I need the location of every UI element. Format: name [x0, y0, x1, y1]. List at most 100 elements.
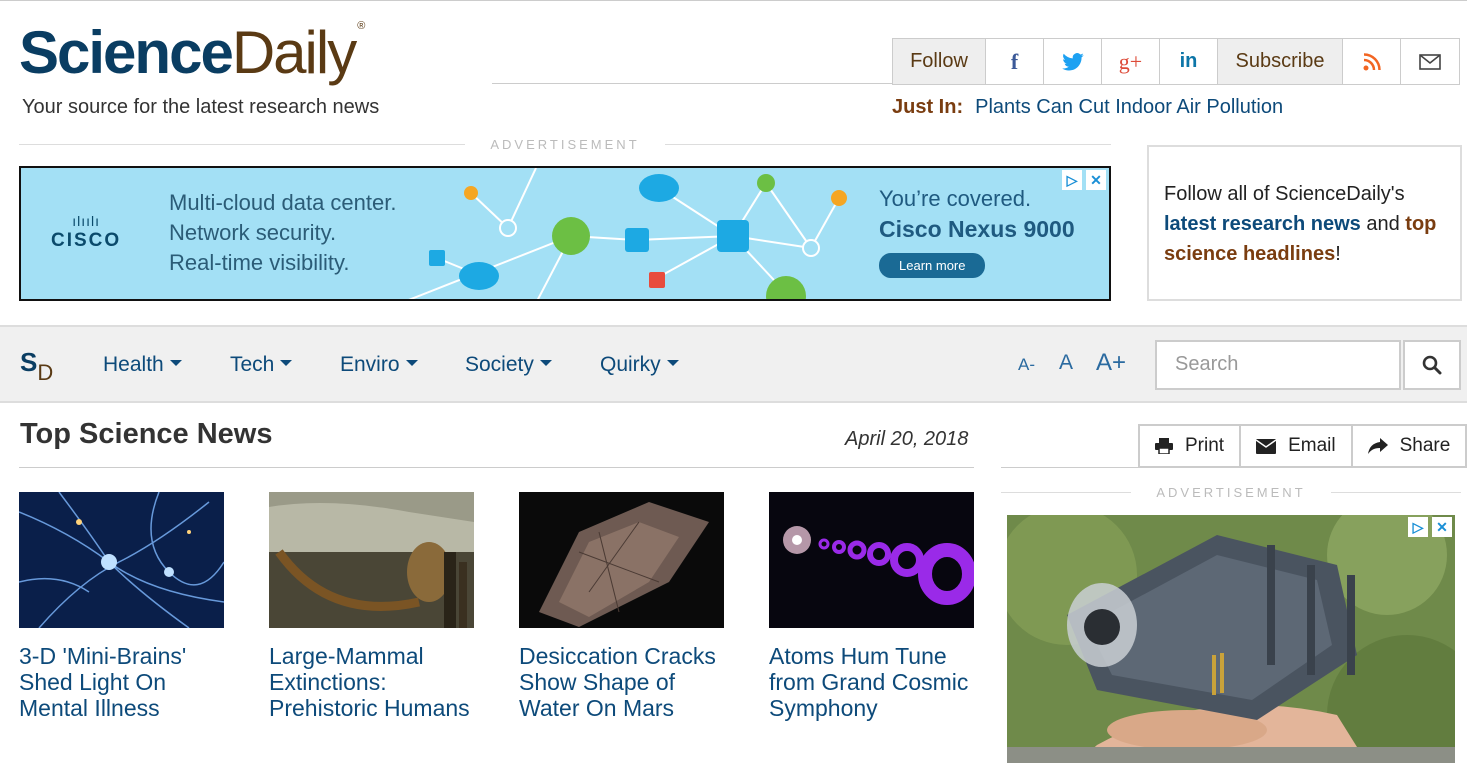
drone-image [1007, 515, 1455, 763]
banner-ad[interactable]: ılıılı CISCO Multi-cloud data center. Ne… [19, 166, 1111, 301]
story-card[interactable]: Desiccation Cracks Show Shape of Water O… [519, 492, 724, 721]
sd-home-logo[interactable]: SD [20, 347, 53, 385]
ad-label-side: ADVERTISEMENT [1156, 485, 1306, 500]
banner-product: Cisco Nexus 9000 [879, 216, 1075, 242]
nav-society[interactable]: Society [465, 353, 552, 377]
banner-offer: You’re covered. Cisco Nexus 9000 Learn m… [879, 186, 1075, 278]
print-label: Print [1185, 435, 1225, 456]
print-button[interactable]: Print [1140, 426, 1242, 466]
nav-enviro-label: Enviro [340, 353, 400, 376]
logo-registered-mark: ® [357, 20, 365, 32]
envelope-icon [1256, 438, 1277, 454]
main-nav: SD Health Tech Enviro Society Quirky A- … [0, 325, 1467, 403]
story-thumbnail-mammoth[interactable] [269, 492, 474, 628]
googleplus-button[interactable]: g+ [1102, 39, 1160, 84]
ad-rule-right [665, 144, 1111, 145]
nav-tech-label: Tech [230, 353, 275, 376]
story-headline[interactable]: Large-Mammal Extinctions: Prehistoric Hu… [269, 643, 474, 721]
twitter-icon [1061, 52, 1084, 70]
chevron-down-icon [169, 360, 182, 367]
share-label: Share [1399, 435, 1451, 456]
chevron-down-icon [666, 360, 679, 367]
envelope-icon [1419, 53, 1441, 70]
story-thumbnail-atoms[interactable] [769, 492, 974, 628]
share-button[interactable]: Share [1353, 426, 1466, 466]
social-bar: Follow f g+ in Subscribe [892, 38, 1460, 85]
linkedin-button[interactable]: in [1160, 39, 1218, 84]
just-in: Just In: Plants Can Cut Indoor Air Pollut… [892, 96, 1283, 119]
page-title: Top Science News [20, 418, 273, 450]
cisco-wordmark: CISCO [51, 230, 122, 251]
article-tools: Print Email Share [1138, 424, 1467, 468]
section-divider [19, 467, 974, 468]
nav-enviro[interactable]: Enviro [340, 353, 418, 377]
story-headline[interactable]: Atoms Hum Tune from Grand Cosmic Symphon… [769, 643, 974, 721]
logo-daily: Daily [231, 19, 357, 86]
banner-line: Multi-cloud data center. [169, 190, 397, 215]
follow-box-text: Follow all of ScienceDaily's [1164, 183, 1405, 205]
story-thumbnail-mars-cracks[interactable] [519, 492, 724, 628]
linkedin-icon: in [1179, 50, 1198, 72]
banner-line: Real-time visibility. [169, 250, 350, 275]
nav-tech[interactable]: Tech [230, 353, 293, 377]
tagline: Your source for the latest research news [22, 96, 380, 118]
email-label: Email [1288, 435, 1336, 456]
chevron-down-icon [280, 360, 293, 367]
header-divider [492, 83, 892, 84]
nav-health-label: Health [103, 353, 164, 376]
date-label: April 20, 2018 [845, 428, 969, 450]
cisco-logo: ılıılı CISCO [51, 212, 121, 252]
story-card[interactable]: Large-Mammal Extinctions: Prehistoric Hu… [269, 492, 474, 721]
follow-box-and: and [1366, 213, 1400, 235]
chevron-down-icon [539, 360, 552, 367]
twitter-button[interactable] [1044, 39, 1102, 84]
rss-button[interactable] [1343, 39, 1401, 84]
logo-science: Science [19, 19, 234, 86]
nav-society-label: Society [465, 353, 534, 376]
sd-logo-d: D [37, 360, 54, 385]
story-headline[interactable]: 3-D 'Mini-Brains' Shed Light On Mental I… [19, 643, 224, 721]
close-ad-icon[interactable]: ✕ [1432, 517, 1452, 537]
print-icon [1155, 438, 1173, 454]
sidebar-ad[interactable]: ▷ ✕ [1007, 515, 1455, 763]
ad-label-top: ADVERTISEMENT [490, 137, 640, 152]
just-in-link[interactable]: Plants Can Cut Indoor Air Pollution [975, 96, 1283, 118]
search-button[interactable] [1403, 340, 1461, 390]
story-card[interactable]: Atoms Hum Tune from Grand Cosmic Symphon… [769, 492, 974, 721]
adchoices-icon[interactable]: ▷ [1062, 170, 1082, 190]
font-size-normal[interactable]: A [1059, 351, 1073, 375]
side-ad-rule-right [1331, 492, 1461, 493]
ad-rule-left [19, 144, 465, 145]
font-size-large[interactable]: A+ [1096, 349, 1126, 377]
search-input[interactable]: Search [1155, 340, 1401, 390]
facebook-button[interactable]: f [986, 39, 1044, 84]
side-ad-rule-left [1001, 492, 1131, 493]
ad-choices-side: ▷ ✕ [1408, 517, 1452, 537]
chevron-down-icon [405, 360, 418, 367]
story-card[interactable]: 3-D 'Mini-Brains' Shed Light On Mental I… [19, 492, 224, 721]
learn-more-button[interactable]: Learn more [879, 253, 986, 278]
follow-box: Follow all of ScienceDaily's latest rese… [1147, 145, 1462, 301]
banner-copy: Multi-cloud data center. Network securit… [169, 188, 396, 278]
adchoices-icon[interactable]: ▷ [1408, 517, 1428, 537]
banner-line: Network security. [169, 220, 337, 245]
just-in-label: Just In: [892, 96, 964, 118]
latest-news-link[interactable]: latest research news [1164, 213, 1361, 235]
sidebar-divider [1001, 467, 1463, 468]
email-button[interactable]: Email [1241, 426, 1353, 466]
facebook-icon: f [1010, 48, 1019, 74]
sd-logo-s: S [20, 347, 38, 377]
font-size-small[interactable]: A- [1018, 355, 1035, 375]
close-ad-icon[interactable]: ✕ [1086, 170, 1106, 190]
site-logo[interactable]: ScienceDaily ® [19, 18, 365, 105]
subscribe-label: Subscribe [1218, 39, 1343, 84]
cisco-bars-icon: ılıılı [72, 213, 100, 229]
nav-quirky[interactable]: Quirky [600, 353, 679, 377]
follow-label: Follow [893, 39, 986, 84]
email-subscribe-button[interactable] [1401, 39, 1459, 84]
nav-health[interactable]: Health [103, 353, 182, 377]
story-thumbnail-neurons[interactable] [19, 492, 224, 628]
story-headline[interactable]: Desiccation Cracks Show Shape of Water O… [519, 643, 724, 721]
top-border [0, 0, 1467, 1]
banner-covered: You’re covered. [879, 186, 1032, 211]
